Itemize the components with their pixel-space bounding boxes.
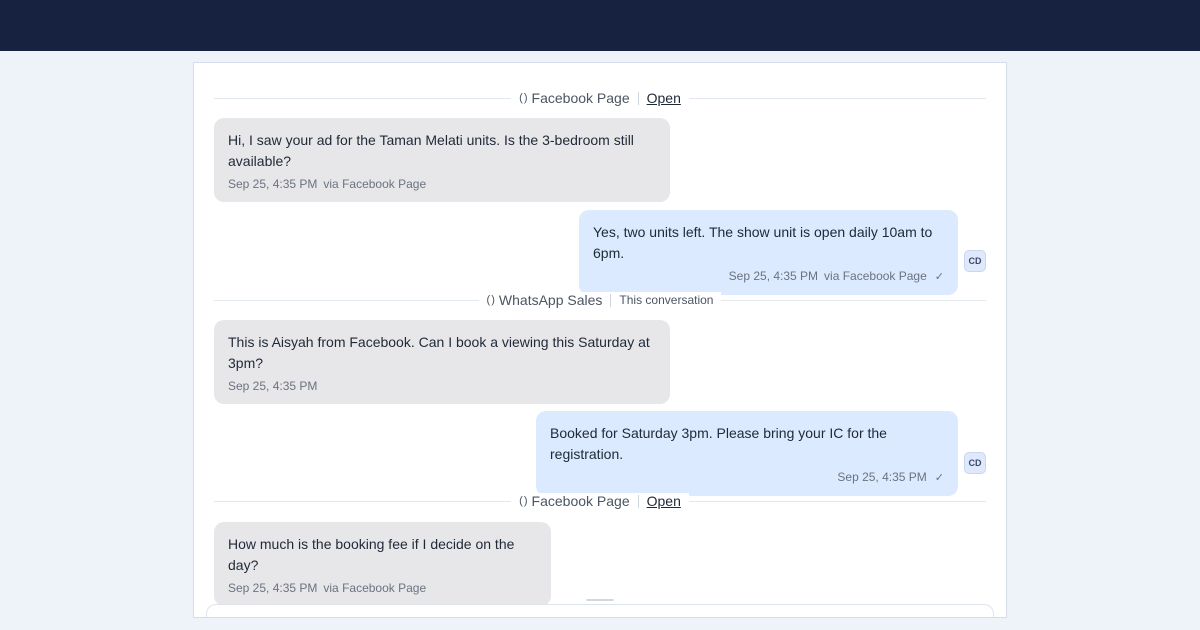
check-icon: ✓ xyxy=(934,271,944,283)
divider-channel-name: Facebook Page xyxy=(531,493,630,509)
channel-icon: ( ) xyxy=(519,495,527,507)
message-meta: Sep 25, 4:35 PM ✓ xyxy=(550,469,944,486)
message-meta: Sep 25, 4:35 PM via Facebook Page ✓ xyxy=(593,268,944,285)
message-text: Hi, I saw your ad for the Taman Melati u… xyxy=(228,132,634,169)
channel-divider: ( ) Facebook Page Open xyxy=(214,491,986,511)
message-time: Sep 25, 4:35 PM xyxy=(228,177,318,191)
avatar[interactable]: CD xyxy=(964,250,986,272)
message-time: Sep 25, 4:35 PM xyxy=(228,581,318,595)
channel-divider: ( ) Facebook Page Open xyxy=(214,88,986,108)
open-channel-link[interactable]: Open xyxy=(647,493,681,509)
message-text: Booked for Saturday 3pm. Please bring yo… xyxy=(550,425,887,462)
message-via: via Facebook Page xyxy=(824,269,927,283)
message-meta: Sep 25, 4:35 PM xyxy=(228,378,656,394)
message-via: via Facebook Page xyxy=(323,177,427,191)
incoming-message: Hi, I saw your ad for the Taman Melati u… xyxy=(214,118,670,202)
resize-handle[interactable] xyxy=(586,599,614,601)
message-meta: Sep 25, 4:35 PM via Facebook Page xyxy=(228,580,537,596)
this-conversation-label: This conversation xyxy=(619,293,714,307)
incoming-message: How much is the booking fee if I decide … xyxy=(214,522,551,606)
open-channel-link[interactable]: Open xyxy=(647,90,681,106)
avatar[interactable]: CD xyxy=(964,452,986,474)
outgoing-message: Yes, two units left. The show unit is op… xyxy=(579,210,958,295)
incoming-message: This is Aisyah from Facebook. Can I book… xyxy=(214,320,670,404)
top-navigation-bar xyxy=(0,0,1200,51)
message-time: Sep 25, 4:35 PM xyxy=(837,470,927,484)
divider-separator xyxy=(637,91,639,105)
divider-separator xyxy=(610,293,612,307)
message-via: via Facebook Page xyxy=(323,581,427,595)
message-meta: Sep 25, 4:35 PM via Facebook Page xyxy=(228,176,656,192)
outgoing-message: Booked for Saturday 3pm. Please bring yo… xyxy=(536,411,958,496)
channel-divider: ( ) WhatsApp Sales This conversation xyxy=(214,290,986,310)
message-time: Sep 25, 4:35 PM xyxy=(228,379,318,393)
channel-icon: ( ) xyxy=(519,92,527,104)
message-time: Sep 25, 4:35 PM xyxy=(728,269,819,283)
channel-icon: ( ) xyxy=(486,294,495,306)
message-text: Yes, two units left. The show unit is op… xyxy=(593,224,933,261)
message-text: How much is the booking fee if I decide … xyxy=(228,536,515,573)
check-icon: ✓ xyxy=(934,472,944,484)
divider-channel-name: Facebook Page xyxy=(531,90,630,106)
divider-separator xyxy=(637,494,639,508)
divider-channel-name: WhatsApp Sales xyxy=(498,292,603,308)
message-composer[interactable] xyxy=(206,604,994,617)
message-text: This is Aisyah from Facebook. Can I book… xyxy=(228,334,650,371)
conversation-panel: ( ) Facebook Page Open Hi, I saw your ad… xyxy=(193,62,1007,618)
